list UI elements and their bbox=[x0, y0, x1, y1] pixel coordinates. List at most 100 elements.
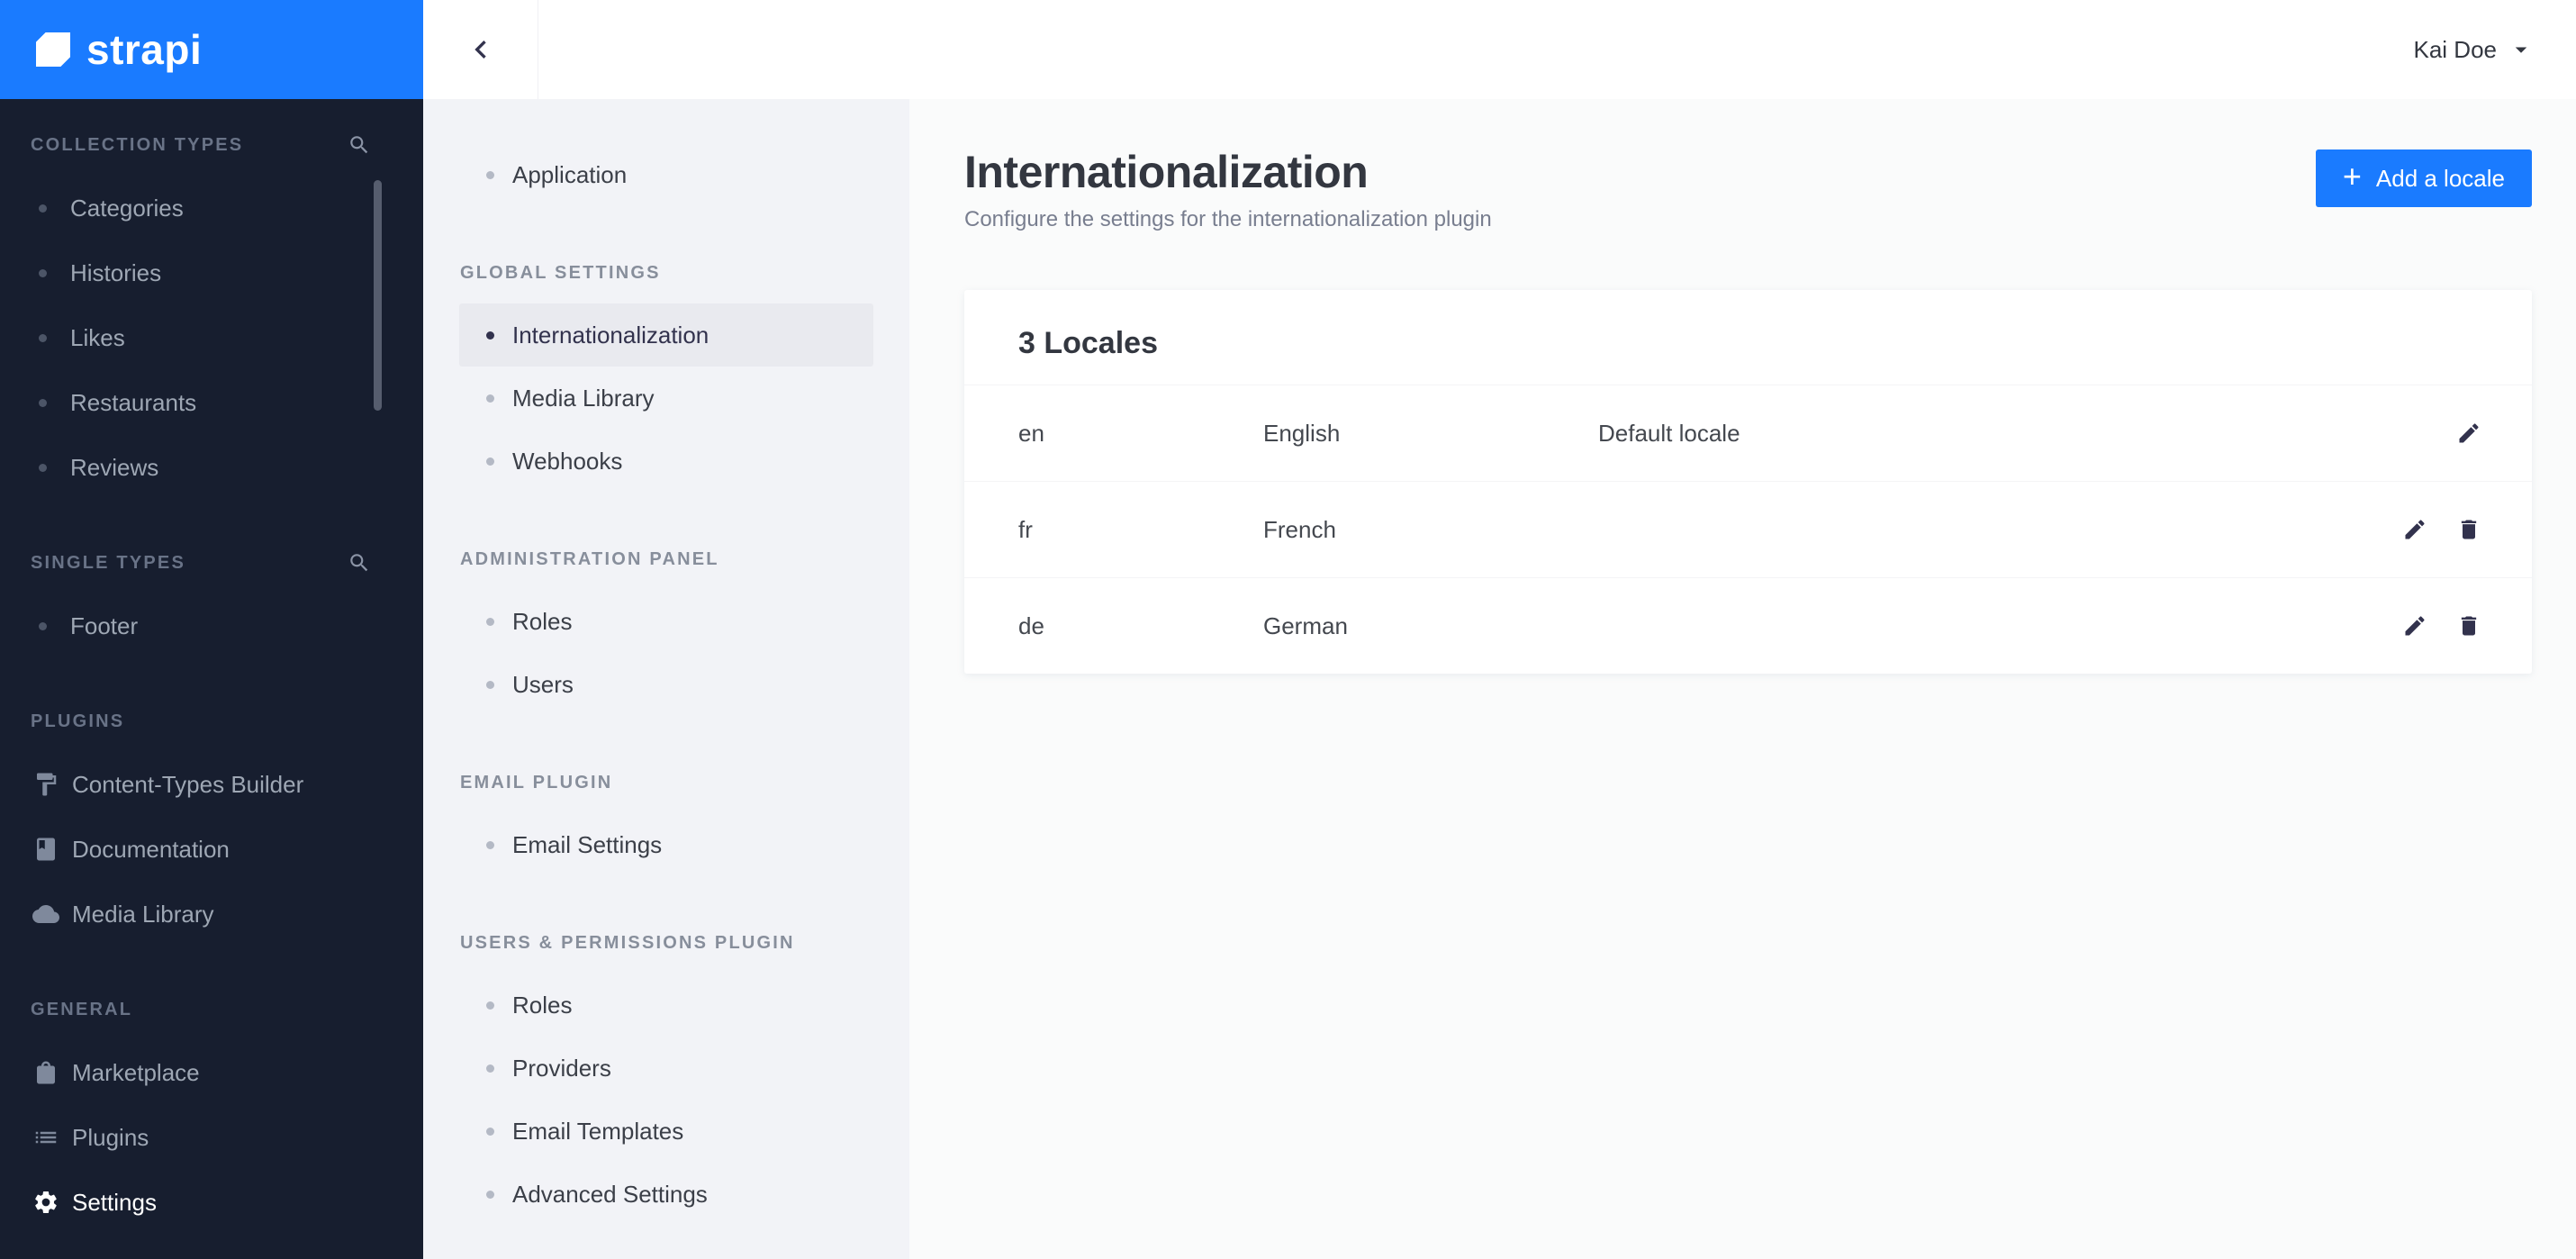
plus-icon: + bbox=[2342, 158, 2362, 195]
subnav-section-title: ADMINISTRATION PANEL bbox=[460, 548, 719, 569]
bullet-icon bbox=[486, 1064, 494, 1073]
page-titles: Internationalization Configure the setti… bbox=[964, 146, 1492, 232]
locale-row-en: en English Default locale bbox=[964, 385, 2532, 481]
edit-locale-button[interactable] bbox=[2456, 421, 2481, 446]
subnav-item-label: Application bbox=[512, 160, 628, 188]
user-name: Kai Doe bbox=[2413, 35, 2498, 63]
subnav-item-media-library[interactable]: Media Library bbox=[459, 367, 873, 430]
subnav-item-label: Email Templates bbox=[512, 1117, 684, 1145]
locales-card: 3 Locales en English Default locale fr F… bbox=[964, 290, 2532, 674]
delete-locale-button[interactable] bbox=[2456, 517, 2481, 542]
subnav-section-title: EMAIL PLUGIN bbox=[460, 772, 613, 793]
sidebar-item-label: Histories bbox=[70, 258, 162, 286]
locale-code: fr bbox=[1018, 515, 1033, 543]
bullet-icon bbox=[486, 617, 494, 626]
sidebar-item-label: Categories bbox=[70, 194, 184, 222]
sidebar-section-plugins: PLUGINS Content-Types Builder Documentat… bbox=[0, 711, 423, 947]
single-types-title: SINGLE TYPES bbox=[31, 552, 185, 573]
plugins-title: PLUGINS bbox=[31, 711, 125, 731]
locales-count-title: 3 Locales bbox=[1018, 326, 1158, 360]
list-icon bbox=[32, 1124, 59, 1151]
sidebar-item-label: Marketplace bbox=[72, 1058, 200, 1086]
add-locale-button[interactable]: + Add a locale bbox=[2315, 149, 2532, 207]
topbar: Kai Doe bbox=[423, 0, 2576, 99]
sidebar-item-content-types-builder[interactable]: Content-Types Builder bbox=[0, 752, 423, 817]
pencil-icon bbox=[2402, 517, 2427, 542]
subnav-item-admin-roles[interactable]: Roles bbox=[459, 590, 873, 653]
sidebar-item-label: Plugins bbox=[72, 1123, 149, 1151]
bullet-icon bbox=[39, 621, 47, 630]
settings-subnav: Application GLOBAL SETTINGS Internationa… bbox=[423, 99, 909, 1259]
subnav-item-up-roles[interactable]: Roles bbox=[459, 974, 873, 1037]
subnav-item-internationalization[interactable]: Internationalization bbox=[459, 303, 873, 367]
subnav-item-label: Roles bbox=[512, 991, 573, 1019]
sidebar-item-settings[interactable]: Settings bbox=[0, 1170, 423, 1235]
sidebar-item-media-library[interactable]: Media Library bbox=[0, 882, 423, 947]
back-button[interactable] bbox=[423, 0, 538, 99]
page-subtitle: Configure the settings for the internati… bbox=[964, 207, 1492, 231]
sidebar-item-marketplace[interactable]: Marketplace bbox=[0, 1040, 423, 1105]
paint-roller-icon bbox=[32, 771, 59, 798]
search-icon[interactable] bbox=[348, 133, 371, 157]
locale-name: English bbox=[1263, 419, 1341, 447]
strapi-logo[interactable]: strapi bbox=[0, 0, 423, 99]
page-title: Internationalization bbox=[964, 147, 1369, 197]
bullet-icon bbox=[486, 1190, 494, 1199]
bullet-icon bbox=[39, 204, 47, 213]
edit-locale-button[interactable] bbox=[2402, 517, 2427, 542]
sidebar-item-label: Reviews bbox=[70, 453, 159, 481]
bullet-icon bbox=[486, 170, 494, 179]
sidebar-item-reviews[interactable]: Reviews bbox=[0, 435, 423, 500]
book-icon bbox=[32, 836, 59, 863]
collection-types-title: COLLECTION TYPES bbox=[31, 134, 244, 155]
chevron-down-icon bbox=[2508, 36, 2535, 63]
subnav-item-email-settings[interactable]: Email Settings bbox=[459, 813, 873, 876]
shopping-bag-icon bbox=[32, 1059, 59, 1086]
content-row: Application GLOBAL SETTINGS Internationa… bbox=[423, 99, 2576, 1259]
subnav-item-advanced-settings[interactable]: Advanced Settings bbox=[459, 1163, 873, 1226]
general-header: GENERAL bbox=[0, 999, 423, 1020]
sidebar-scrollbar[interactable] bbox=[374, 180, 382, 411]
subnav-section-email-plugin: EMAIL PLUGIN bbox=[423, 772, 909, 793]
trash-icon bbox=[2456, 613, 2481, 639]
search-icon[interactable] bbox=[348, 551, 371, 575]
strapi-admin-app: strapi COLLECTION TYPES Categories Histo… bbox=[0, 0, 2576, 1259]
subnav-item-email-templates[interactable]: Email Templates bbox=[459, 1100, 873, 1163]
sidebar-item-histories[interactable]: Histories bbox=[0, 240, 423, 305]
sidebar-section-single-types: SINGLE TYPES Footer bbox=[0, 552, 423, 658]
sidebar-item-label: Likes bbox=[70, 323, 125, 351]
locale-code: en bbox=[1018, 419, 1044, 447]
delete-locale-button[interactable] bbox=[2456, 613, 2481, 639]
subnav-item-label: Providers bbox=[512, 1054, 611, 1082]
row-actions bbox=[2402, 613, 2481, 639]
locale-code: de bbox=[1018, 611, 1044, 639]
bullet-icon bbox=[486, 331, 494, 340]
subnav-section-title: GLOBAL SETTINGS bbox=[460, 262, 661, 283]
subnav-item-providers[interactable]: Providers bbox=[459, 1037, 873, 1100]
subnav-item-admin-users[interactable]: Users bbox=[459, 653, 873, 716]
sidebar-item-categories[interactable]: Categories bbox=[0, 176, 423, 240]
sidebar-item-likes[interactable]: Likes bbox=[0, 305, 423, 370]
trash-icon bbox=[2456, 517, 2481, 542]
strapi-logo-text: strapi bbox=[86, 26, 203, 73]
bullet-icon bbox=[486, 394, 494, 403]
sidebar-item-restaurants[interactable]: Restaurants bbox=[0, 370, 423, 435]
subnav-item-webhooks[interactable]: Webhooks bbox=[459, 430, 873, 493]
user-menu[interactable]: Kai Doe bbox=[2414, 36, 2576, 64]
sidebar-item-plugins[interactable]: Plugins bbox=[0, 1105, 423, 1170]
subnav-item-label: Advanced Settings bbox=[512, 1180, 708, 1208]
sidebar-item-label: Settings bbox=[72, 1188, 157, 1216]
subnav-item-label: Internationalization bbox=[512, 321, 710, 349]
subnav-item-label: Roles bbox=[512, 607, 573, 635]
sidebar-item-documentation[interactable]: Documentation bbox=[0, 817, 423, 882]
bullet-icon bbox=[486, 1127, 494, 1136]
sidebar-item-footer[interactable]: Footer bbox=[0, 593, 423, 658]
edit-locale-button[interactable] bbox=[2402, 613, 2427, 639]
bullet-icon bbox=[39, 333, 47, 342]
single-types-header: SINGLE TYPES bbox=[0, 552, 423, 574]
subnav-item-label: Media Library bbox=[512, 384, 655, 412]
sidebar-section-general: GENERAL Marketplace Plugins Settings bbox=[0, 999, 423, 1235]
strapi-logo-icon bbox=[36, 32, 70, 67]
locale-name: French bbox=[1263, 515, 1336, 543]
subnav-item-application[interactable]: Application bbox=[459, 143, 873, 206]
